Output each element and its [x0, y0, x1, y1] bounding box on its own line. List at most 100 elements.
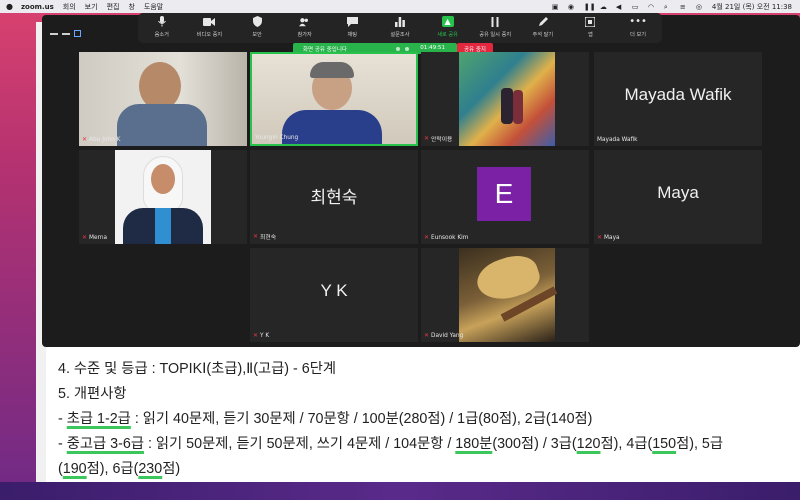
participants-label: 참가자	[297, 32, 312, 38]
participant-name-label: Youngin Chung	[255, 135, 298, 141]
underlined-text: 150	[652, 436, 677, 452]
cloud-icon[interactable]: ☁	[600, 3, 609, 11]
video-tile-merna[interactable]: ✕ Merna	[79, 150, 247, 244]
shield-icon	[251, 16, 263, 27]
participants-button[interactable]: 참가자	[283, 16, 327, 38]
video-tile-eunsook-kim[interactable]: E ✕ Eunsook Kim	[421, 150, 589, 244]
participant-face	[139, 62, 181, 110]
menu-edit[interactable]: 편집	[107, 2, 120, 12]
video-camera-icon	[203, 16, 216, 27]
text: : 읽기 50문제, 듣기 50문제, 쓰기 4문제 / 104문항 /	[143, 436, 456, 452]
mute-button[interactable]: 음소거	[140, 16, 184, 38]
menu-app-name[interactable]: zoom.us	[21, 3, 54, 11]
video-tile-mayada-wafik[interactable]: Mayada Wafik Mayada Wafik	[594, 52, 762, 146]
stop-video-label: 비디오 중지	[196, 32, 223, 38]
text: (300점) / 3급(	[492, 436, 577, 452]
video-tile-david-yang[interactable]: ✕ David Yang	[421, 248, 589, 342]
participant-name-label: ✕ Eunsook Kim	[424, 234, 468, 241]
menu-window[interactable]: 창	[128, 2, 134, 12]
mute-label: 음소거	[154, 32, 169, 38]
polls-label: 설문조사	[390, 32, 410, 38]
participant-name-label: ✕ 안락이용	[424, 134, 452, 143]
chat-button[interactable]: 채팅	[330, 16, 374, 38]
volume-icon[interactable]: ◀	[616, 3, 625, 11]
underlined-text: 180분	[455, 436, 493, 452]
doc-line-levels: 4. 수준 및 등급 : TOPIKⅠ(초급),Ⅱ(고급) - 6단계	[58, 361, 337, 377]
poll-icon	[394, 16, 406, 27]
text: 점), 5급	[676, 436, 724, 452]
text: -	[58, 436, 67, 452]
participant-face	[151, 164, 175, 194]
underlined-text: 190	[62, 461, 87, 477]
annotate-label: 주석 달기	[532, 32, 554, 38]
dock-strip	[0, 482, 800, 500]
minimize-icon[interactable]	[50, 33, 58, 35]
participant-display-name: Maya	[657, 183, 699, 202]
underlined-text: 중고급 3-6급	[66, 436, 144, 452]
meeting-toolbar: 음소거 비디오 중지 보안 참가자 채팅 설문조사 ▲ 새로 공유 공유 일시 …	[138, 13, 662, 43]
search-icon[interactable]: ⌕	[664, 3, 673, 11]
muted-mic-icon: ✕	[82, 234, 88, 241]
participant-name: Y K	[260, 332, 270, 339]
share-screen-icon: ▲	[441, 16, 454, 27]
participant-shirt	[117, 104, 207, 146]
status-dot-icon	[396, 46, 400, 51]
participant-name: Abu John K	[89, 136, 121, 143]
participant-display-name: Mayada Wafik	[624, 85, 732, 104]
control-center-icon[interactable]: ≡	[680, 3, 689, 11]
pause-share-button[interactable]: 공유 일시 중지	[473, 16, 517, 38]
painting-figure	[513, 90, 523, 124]
doc-line-beginner: - 초급 1-2급 : 읽기 40문제, 듣기 30문제 / 70문항 / 10…	[58, 407, 798, 432]
video-tile-maya[interactable]: Maya ✕ Maya	[594, 150, 762, 244]
more-button[interactable]: ••• 더 보기	[616, 16, 660, 38]
pause-icon[interactable]: ❚❚	[584, 3, 596, 11]
video-tile-youngin-chung[interactable]: Youngin Chung	[250, 52, 418, 146]
participant-name: Eunsook Kim	[431, 234, 469, 241]
zoom-status-icon[interactable]: ▣	[552, 3, 561, 11]
security-button[interactable]: 보안	[235, 16, 279, 38]
video-tile-yk[interactable]: Y K ✕ Y K	[250, 248, 418, 342]
doc-line-intermediate-cont: (190점), 6급(230점)	[58, 457, 798, 482]
wifi-icon[interactable]: ◠	[648, 3, 657, 11]
participant-name-label: ✕ Abu John K	[82, 136, 120, 143]
participant-name-label: ✕ Merna	[82, 234, 107, 241]
chat-icon	[346, 16, 358, 27]
video-tile-abu-john[interactable]: ✕ Abu John K	[79, 52, 247, 146]
menu-meeting[interactable]: 회의	[63, 2, 76, 12]
participant-display-name: 최현숙	[310, 188, 358, 207]
apple-menu-icon[interactable]: ●	[6, 2, 13, 11]
menu-view[interactable]: 보기	[85, 2, 98, 12]
participant-avatar: E	[477, 167, 531, 221]
participants-icon	[298, 16, 311, 27]
video-tile-choi-hyunsook[interactable]: 최현숙 ✕ 최현숙	[250, 150, 418, 244]
record-icon[interactable]: ◉	[568, 3, 577, 11]
battery-icon[interactable]: ▭	[632, 3, 641, 11]
text: 점), 4급(	[600, 436, 653, 452]
siri-icon[interactable]: ◎	[696, 3, 705, 11]
participant-name-label: Mayada Wafik	[597, 137, 638, 143]
participant-name-label: ✕ David Yang	[424, 332, 463, 339]
menu-help[interactable]: 도움말	[144, 2, 163, 12]
muted-mic-icon: ✕	[82, 136, 88, 143]
muted-mic-icon: ✕	[253, 332, 259, 339]
participant-name: 안락이용	[431, 137, 453, 143]
video-tile-painting[interactable]: ✕ 안락이용	[421, 52, 589, 146]
text: 점)	[162, 461, 181, 477]
gallery-view-icon[interactable]	[74, 30, 81, 37]
participant-scarf	[155, 208, 171, 244]
menubar-status-area: ▣ ◉ ❚❚ ☁ ◀ ▭ ◠ ⌕ ≡ ◎ 4월 21일 (목) 오전 11:38	[552, 0, 792, 13]
text: -	[58, 411, 67, 427]
apps-button[interactable]: 앱	[568, 16, 612, 38]
participant-display-name: Y K	[320, 281, 348, 300]
polls-button[interactable]: 설문조사	[378, 16, 422, 38]
annotate-button[interactable]: 주석 달기	[521, 16, 565, 38]
view-controls	[50, 30, 81, 37]
more-icon: •••	[629, 16, 647, 27]
new-share-button[interactable]: ▲ 새로 공유	[426, 16, 470, 38]
menubar-clock[interactable]: 4월 21일 (목) 오전 11:38	[712, 2, 792, 12]
pause-share-label: 공유 일시 중지	[479, 32, 512, 38]
muted-mic-icon: ✕	[597, 234, 603, 241]
minimize-icon[interactable]	[62, 33, 70, 35]
stop-video-button[interactable]: 비디오 중지	[187, 16, 231, 38]
chat-label: 채팅	[347, 32, 358, 38]
